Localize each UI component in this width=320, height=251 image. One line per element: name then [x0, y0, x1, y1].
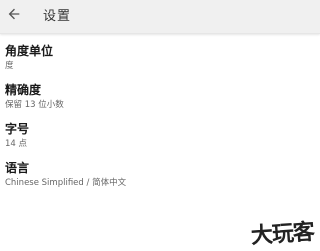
watermark-logo: 大玩客: [250, 219, 315, 250]
setting-precision-title: 精确度: [5, 83, 42, 97]
back-button[interactable]: [3, 5, 25, 27]
settings-screen: 设置 角度单位 度 精确度 保留 13 位小数 字号 14 点 语言 Chine…: [0, 0, 320, 251]
app-toolbar: 设置: [0, 0, 320, 34]
setting-angle-unit-title: 角度单位: [5, 44, 54, 58]
setting-language-summary: Chinese Simplified / 简体中文: [5, 178, 127, 188]
setting-language-title: 语言: [5, 161, 30, 175]
setting-language[interactable]: 语言 Chinese Simplified / 简体中文: [0, 155, 320, 195]
setting-precision[interactable]: 精确度 保留 13 位小数: [0, 77, 320, 117]
setting-font-size[interactable]: 字号 14 点: [0, 116, 320, 156]
setting-font-size-title: 字号: [5, 122, 30, 136]
page-title: 设置: [43, 9, 72, 24]
arrow-left-icon: [6, 6, 22, 26]
setting-angle-unit-summary: 度: [5, 61, 14, 71]
setting-angle-unit[interactable]: 角度单位 度: [0, 38, 320, 78]
setting-precision-summary: 保留 13 位小数: [5, 100, 64, 110]
setting-font-size-summary: 14 点: [5, 139, 28, 149]
